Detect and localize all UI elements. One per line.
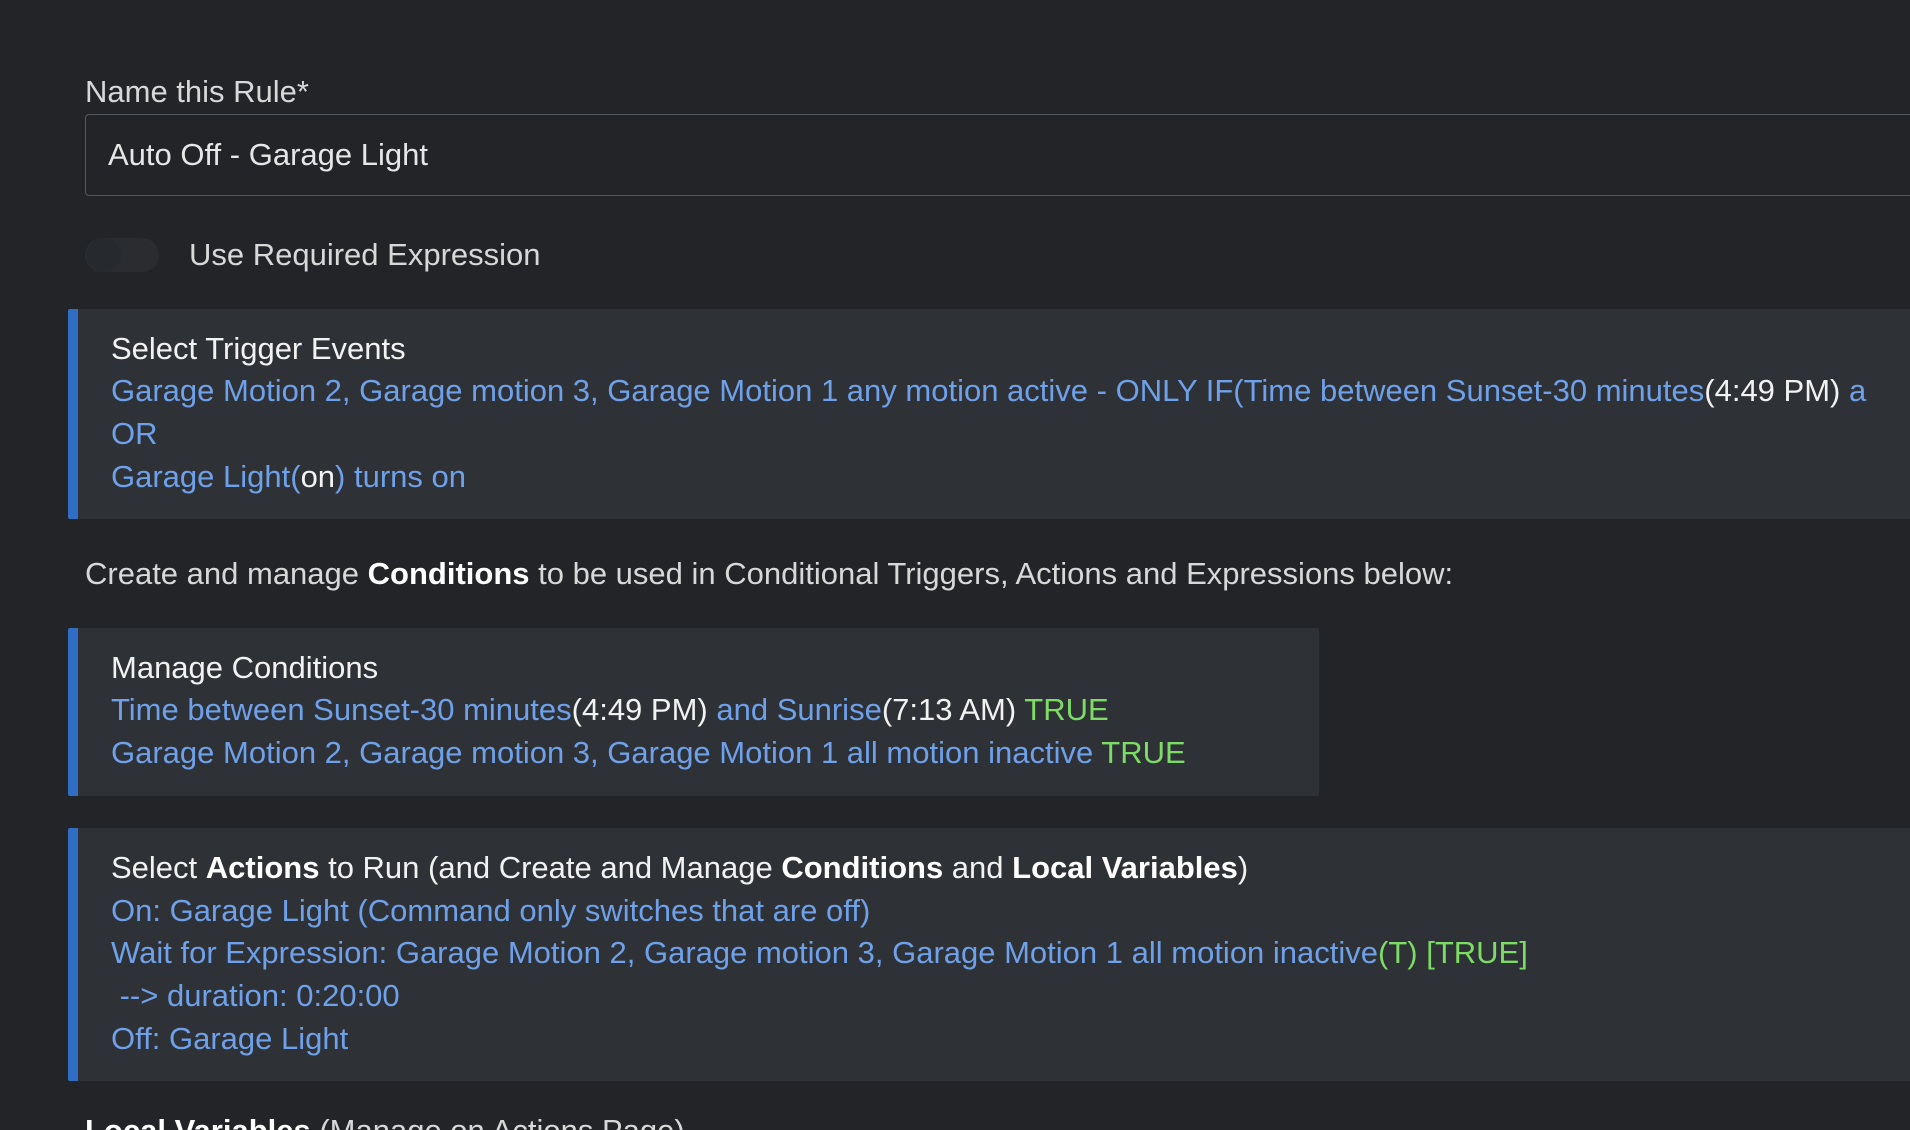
action-wait-text: Wait for Expression: Garage Motion 2, Ga… — [111, 935, 1379, 970]
conditions-description: Create and manage Conditions to be used … — [85, 556, 1453, 592]
trigger-events-title: Select Trigger Events — [111, 331, 406, 366]
conditions-desc-part1: Create and manage — [85, 556, 368, 591]
trigger-motion-text: Garage Motion 2, Garage motion 3, Garage… — [111, 373, 1705, 408]
trigger-line-motion[interactable]: Garage Motion 2, Garage motion 3, Garage… — [111, 373, 1866, 409]
trigger-sunset-time: (4:49 PM) — [1704, 373, 1841, 408]
action-on-garage-light[interactable]: On: Garage Light (Command only switches … — [111, 893, 870, 929]
trigger-or-label: OR — [111, 416, 158, 451]
required-expression-label: Use Required Expression — [189, 237, 541, 272]
condition1-text: Time between Sunset-30 minutes — [111, 692, 572, 727]
actions-title-bold2: Conditions — [781, 850, 944, 885]
condition2-status: TRUE — [1093, 735, 1186, 770]
action-wait-expression[interactable]: Wait for Expression: Garage Motion 2, Ga… — [111, 935, 1528, 971]
condition1-sunrise: and Sunrise — [707, 692, 882, 727]
condition1-status: TRUE — [1016, 692, 1109, 727]
local-variables-bold: Local Variables — [85, 1113, 311, 1130]
condition-time-between[interactable]: Time between Sunset-30 minutes(4:49 PM) … — [111, 692, 1109, 728]
actions-panel[interactable]: Select Actions to Run (and Create and Ma… — [68, 828, 1910, 1081]
rule-name-label: Name this Rule* — [85, 74, 309, 109]
condition1-sunset-time: (4:49 PM) — [571, 692, 708, 727]
actions-title-bold3: Local Variables — [1012, 850, 1238, 885]
trigger-light-text: Garage Light( — [111, 459, 301, 494]
actions-title-part1: Select — [111, 850, 206, 885]
manage-conditions-title: Manage Conditions — [111, 650, 379, 685]
toggle-knob — [87, 238, 121, 272]
actions-title-bold1: Actions — [205, 850, 320, 885]
condition2-text: Garage Motion 2, Garage motion 3, Garage… — [111, 735, 1094, 770]
actions-title: Select Actions to Run (and Create and Ma… — [111, 850, 1248, 886]
trigger-cutoff-text: a — [1840, 373, 1867, 408]
action-off-garage-light[interactable]: Off: Garage Light — [111, 1021, 348, 1057]
local-variables-heading: Local Variables (Manage on Actions Page) — [85, 1113, 685, 1130]
local-variables-note: (Manage on Actions Page) — [311, 1113, 684, 1130]
conditions-desc-part2: to be used in Conditional Triggers, Acti… — [529, 556, 1454, 591]
trigger-light-event: ) turns on — [335, 459, 466, 494]
action-duration: --> duration: 0:20:00 — [111, 978, 400, 1013]
manage-conditions-panel[interactable]: Manage Conditions Time between Sunset-30… — [68, 628, 1319, 796]
trigger-events-panel[interactable]: Select Trigger Events Garage Motion 2, G… — [68, 309, 1910, 519]
trigger-line-light[interactable]: Garage Light(on) turns on — [111, 459, 466, 495]
condition-motion-inactive[interactable]: Garage Motion 2, Garage motion 3, Garage… — [111, 735, 1186, 771]
trigger-light-state: on — [300, 459, 336, 494]
actions-title-part4: ) — [1237, 850, 1249, 885]
conditions-desc-bold: Conditions — [367, 556, 530, 591]
actions-title-part2: to Run (and Create and Manage — [319, 850, 782, 885]
actions-title-part3: and — [943, 850, 1013, 885]
rule-name-input[interactable] — [85, 114, 1910, 196]
condition1-sunrise-time: (7:13 AM) — [881, 692, 1017, 727]
action-wait-status: (T) [TRUE] — [1378, 935, 1528, 970]
